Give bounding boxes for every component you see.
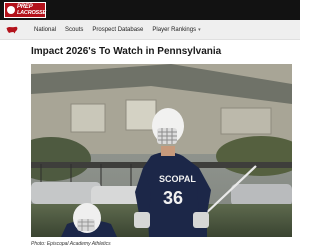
jersey-text: SCOPAL [159,174,196,184]
nav-label: Scouts [65,27,84,33]
nav-label: Player Rankings [152,27,197,33]
nav-label: Prospect Database [92,27,144,33]
chevron-down-icon: ▾ [198,27,201,33]
logo-text: PREP LACROSSE [17,4,46,16]
nav-label: National [34,27,57,33]
nav-item-scouts[interactable]: Scouts [65,27,83,33]
nav-item-national[interactable]: National [34,27,56,33]
jersey-number: 36 [163,188,183,208]
nav-menu: National Scouts Prospect Database Player… [34,20,210,40]
hero-photo: SCOPAL 36 [31,64,292,237]
nav-item-prospect-database[interactable]: Prospect Database [92,27,143,33]
photo-caption: Photo: Episcopal Academy Athletics [31,241,111,247]
nav-bar: National Scouts Prospect Database Player… [0,20,300,40]
prep-lacrosse-logo[interactable]: PREP LACROSSE [4,2,46,18]
nav-item-player-rankings[interactable]: Player Rankings ▾ [152,27,200,33]
logo-line2: LACROSSE [17,10,46,16]
hero-photo-illustration: SCOPAL 36 [31,64,292,237]
top-bar: PREP LACROSSE [0,0,300,20]
lacrosse-ball-icon [7,6,15,14]
usa-map-icon[interactable] [6,26,18,34]
article-title: Impact 2026's To Watch in Pennsylvania [31,46,222,57]
